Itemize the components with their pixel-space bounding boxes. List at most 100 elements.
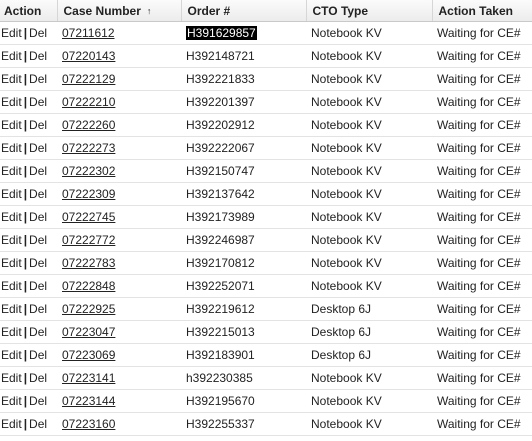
edit-link[interactable]: Edit	[1, 348, 22, 362]
case-number-cell: 07222783	[57, 251, 181, 275]
edit-link[interactable]: Edit	[1, 164, 22, 178]
order-number-cell: H392219612	[181, 297, 306, 321]
case-number-cell: 07222210	[57, 90, 181, 114]
edit-link[interactable]: Edit	[1, 187, 22, 201]
edit-link[interactable]: Edit	[1, 233, 22, 247]
order-number: H392150747	[186, 164, 255, 178]
edit-link[interactable]: Edit	[1, 26, 22, 40]
order-number-cell: h392230385	[181, 366, 306, 390]
edit-link[interactable]: Edit	[1, 371, 22, 385]
action-separator: |	[23, 233, 28, 247]
sort-ascending-icon[interactable]: ↑	[147, 6, 152, 16]
order-number-cell: H392173989	[181, 205, 306, 229]
row-actions: Edit | Del	[0, 44, 57, 68]
delete-link[interactable]: Del	[29, 141, 47, 155]
column-header-cto-type[interactable]: CTO Type	[306, 0, 433, 22]
action-separator: |	[23, 394, 28, 408]
column-header-order-number[interactable]: Order #	[181, 0, 307, 22]
delete-link[interactable]: Del	[29, 348, 47, 362]
case-number-link[interactable]: 07222772	[62, 233, 115, 247]
action-taken-cell: Waiting for CE#	[432, 274, 532, 298]
delete-link[interactable]: Del	[29, 118, 47, 132]
row-actions: Edit | Del	[0, 182, 57, 206]
case-number-link[interactable]: 07222925	[62, 302, 115, 316]
delete-link[interactable]: Del	[29, 256, 47, 270]
case-number-cell: 07222129	[57, 67, 181, 91]
case-number-link[interactable]: 07222309	[62, 187, 115, 201]
action-separator: |	[23, 95, 28, 109]
case-number-link[interactable]: 07222260	[62, 118, 115, 132]
case-number-link[interactable]: 07223069	[62, 348, 115, 362]
delete-link[interactable]: Del	[29, 302, 47, 316]
edit-link[interactable]: Edit	[1, 72, 22, 86]
order-number: H391629857	[186, 26, 257, 40]
row-actions: Edit | Del	[0, 136, 57, 160]
order-number: H392195670	[186, 394, 255, 408]
case-number-cell: 07223144	[57, 389, 181, 413]
delete-link[interactable]: Del	[29, 26, 47, 40]
delete-link[interactable]: Del	[29, 95, 47, 109]
case-number-link[interactable]: 07211612	[62, 26, 115, 40]
action-taken-cell: Waiting for CE#	[432, 343, 532, 367]
delete-link[interactable]: Del	[29, 394, 47, 408]
case-number-link[interactable]: 07223141	[62, 371, 115, 385]
cto-type-cell: Notebook KV	[306, 205, 432, 229]
case-number-link[interactable]: 07223047	[62, 325, 115, 339]
case-number-cell: 07222273	[57, 136, 181, 160]
action-separator: |	[23, 141, 28, 155]
edit-link[interactable]: Edit	[1, 118, 22, 132]
column-header-label: Order #	[187, 3, 231, 18]
case-number-link[interactable]: 07222129	[62, 72, 115, 86]
edit-link[interactable]: Edit	[1, 279, 22, 293]
row-actions: Edit | Del	[0, 205, 57, 229]
edit-link[interactable]: Edit	[1, 95, 22, 109]
delete-link[interactable]: Del	[29, 233, 47, 247]
cto-type-cell: Notebook KV	[306, 366, 432, 390]
delete-link[interactable]: Del	[29, 72, 47, 86]
edit-link[interactable]: Edit	[1, 210, 22, 224]
delete-link[interactable]: Del	[29, 325, 47, 339]
action-separator: |	[23, 72, 28, 86]
order-number: H392173989	[186, 210, 255, 224]
order-number-cell: H392150747	[181, 159, 306, 183]
delete-link[interactable]: Del	[29, 210, 47, 224]
cto-type-cell: Notebook KV	[306, 21, 432, 45]
edit-link[interactable]: Edit	[1, 417, 22, 431]
case-number-cell: 07222309	[57, 182, 181, 206]
action-separator: |	[23, 164, 28, 178]
column-header-case-number[interactable]: Case Number ↑	[57, 0, 182, 22]
row-actions: Edit | Del	[0, 412, 57, 436]
cto-type-cell: Notebook KV	[306, 412, 432, 436]
case-number-link[interactable]: 07222745	[62, 210, 115, 224]
edit-link[interactable]: Edit	[1, 256, 22, 270]
case-number-link[interactable]: 07223144	[62, 394, 115, 408]
delete-link[interactable]: Del	[29, 279, 47, 293]
case-number-link[interactable]: 07222210	[62, 95, 115, 109]
action-separator: |	[23, 187, 28, 201]
edit-link[interactable]: Edit	[1, 49, 22, 63]
delete-link[interactable]: Del	[29, 187, 47, 201]
order-number: H392148721	[186, 49, 255, 63]
order-number: H392246987	[186, 233, 255, 247]
delete-link[interactable]: Del	[29, 49, 47, 63]
edit-link[interactable]: Edit	[1, 302, 22, 316]
case-number-cell: 07222745	[57, 205, 181, 229]
delete-link[interactable]: Del	[29, 417, 47, 431]
column-header-action-taken[interactable]: Action Taken	[432, 0, 532, 22]
case-number-link[interactable]: 07222783	[62, 256, 115, 270]
edit-link[interactable]: Edit	[1, 141, 22, 155]
cto-type-cell: Notebook KV	[306, 44, 432, 68]
case-number-link[interactable]: 07222848	[62, 279, 115, 293]
case-number-link[interactable]: 07223160	[62, 417, 115, 431]
table-row: Edit | Del 07223047 H392215013 Desktop 6J Wait…	[0, 320, 532, 344]
action-taken-cell: Waiting for CE#	[432, 159, 532, 183]
edit-link[interactable]: Edit	[1, 325, 22, 339]
edit-link[interactable]: Edit	[1, 394, 22, 408]
case-number-link[interactable]: 07220143	[62, 49, 115, 63]
case-number-link[interactable]: 07222273	[62, 141, 115, 155]
case-number-link[interactable]: 07222302	[62, 164, 115, 178]
column-header-action[interactable]: Action	[0, 0, 58, 22]
table-row: Edit | Del 07222210 H392201397 Notebook KV Wai…	[0, 90, 532, 114]
delete-link[interactable]: Del	[29, 164, 47, 178]
delete-link[interactable]: Del	[29, 371, 47, 385]
